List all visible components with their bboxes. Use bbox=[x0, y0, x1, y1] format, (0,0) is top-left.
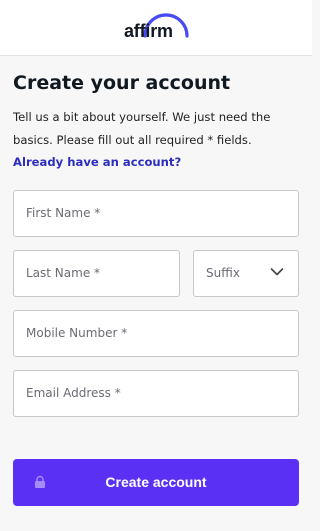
mobile-number-placeholder: Mobile Number * bbox=[26, 326, 128, 340]
create-account-label: Create account bbox=[105, 474, 207, 490]
create-account-button[interactable]: Create account bbox=[13, 459, 299, 506]
intro-description: Tell us a bit about yourself. We just ne… bbox=[13, 110, 271, 147]
mobile-number-field[interactable]: Mobile Number * bbox=[13, 310, 299, 357]
page-title: Create your account bbox=[13, 72, 231, 94]
first-name-field[interactable]: First Name * bbox=[13, 190, 299, 237]
already-have-account-link[interactable]: Already have an account? bbox=[13, 155, 181, 169]
account-form-intro: Create your account Tell us a bit about … bbox=[13, 70, 299, 174]
logo-text: affirm bbox=[124, 21, 173, 41]
chevron-down-icon bbox=[270, 268, 284, 276]
first-name-placeholder: First Name * bbox=[26, 206, 101, 220]
affirm-logo[interactable]: affirm bbox=[124, 12, 194, 42]
last-name-field[interactable]: Last Name * bbox=[13, 250, 180, 297]
top-header: affirm bbox=[0, 0, 312, 56]
last-name-placeholder: Last Name * bbox=[26, 266, 101, 280]
suffix-selected-value: Suffix bbox=[206, 266, 240, 280]
suffix-select[interactable]: Suffix bbox=[193, 250, 299, 297]
intro-text: Tell us a bit about yourself. We just ne… bbox=[13, 106, 299, 174]
email-address-placeholder: Email Address * bbox=[26, 386, 121, 400]
email-address-field[interactable]: Email Address * bbox=[13, 370, 299, 417]
